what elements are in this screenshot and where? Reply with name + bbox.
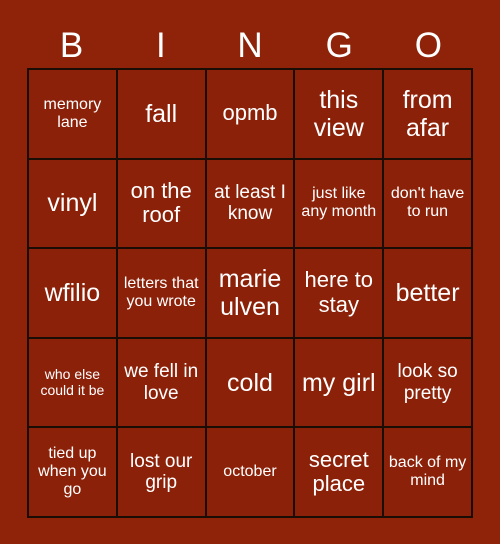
bingo-cell[interactable]: cold bbox=[206, 338, 296, 429]
bingo-row: wfilio letters that you wrote marie ulve… bbox=[29, 249, 473, 339]
bingo-cell[interactable]: look so pretty bbox=[384, 338, 473, 429]
bingo-row: tied up when you go lost our grip octobe… bbox=[29, 428, 473, 518]
bingo-cell[interactable]: better bbox=[384, 249, 473, 339]
bingo-header-letter-b: B bbox=[59, 25, 84, 65]
bingo-cell[interactable]: we fell in love bbox=[117, 338, 207, 429]
bingo-cell[interactable]: back of my mind bbox=[384, 428, 473, 518]
bingo-cell[interactable]: secret place bbox=[295, 428, 385, 518]
bingo-cell[interactable]: memory lane bbox=[29, 70, 118, 160]
bingo-cell[interactable]: wfilio bbox=[29, 249, 118, 339]
bingo-cell[interactable]: from afar bbox=[384, 70, 473, 160]
bingo-cell[interactable]: my girl bbox=[295, 338, 385, 429]
bingo-grid: memory lane fall opmb this view from afa… bbox=[27, 68, 473, 518]
bingo-cell[interactable]: just like any month bbox=[295, 159, 385, 250]
bingo-cell[interactable]: on the roof bbox=[117, 159, 207, 250]
bingo-cell[interactable]: at least I know bbox=[206, 159, 296, 250]
bingo-cell[interactable]: lost our grip bbox=[117, 428, 207, 518]
bingo-header-letter-n: N bbox=[237, 25, 263, 65]
bingo-cell[interactable]: vinyl bbox=[29, 159, 118, 250]
bingo-header-letter-g: G bbox=[325, 25, 353, 65]
bingo-row: who else could it be we fell in love col… bbox=[29, 338, 473, 429]
bingo-cell[interactable]: opmb bbox=[206, 70, 296, 160]
bingo-cell[interactable]: here to stay bbox=[295, 249, 385, 339]
bingo-cell[interactable]: this view bbox=[295, 70, 385, 160]
bingo-cell[interactable]: marie ulven bbox=[206, 249, 296, 339]
bingo-header: B I N G O bbox=[27, 22, 473, 68]
bingo-row: memory lane fall opmb this view from afa… bbox=[29, 70, 473, 160]
bingo-cell[interactable]: who else could it be bbox=[29, 338, 118, 429]
bingo-cell[interactable]: tied up when you go bbox=[29, 428, 118, 518]
bingo-card: B I N G O memory lane fall opmb this vie… bbox=[0, 0, 500, 544]
bingo-cell[interactable]: letters that you wrote bbox=[117, 249, 207, 339]
bingo-cell[interactable]: october bbox=[206, 428, 296, 518]
bingo-cell[interactable]: fall bbox=[117, 70, 207, 160]
bingo-cell[interactable]: don't have to run bbox=[384, 159, 473, 250]
bingo-header-letter-i: I bbox=[155, 25, 166, 65]
bingo-header-letter-o: O bbox=[414, 25, 443, 65]
bingo-row: vinyl on the roof at least I know just l… bbox=[29, 159, 473, 250]
